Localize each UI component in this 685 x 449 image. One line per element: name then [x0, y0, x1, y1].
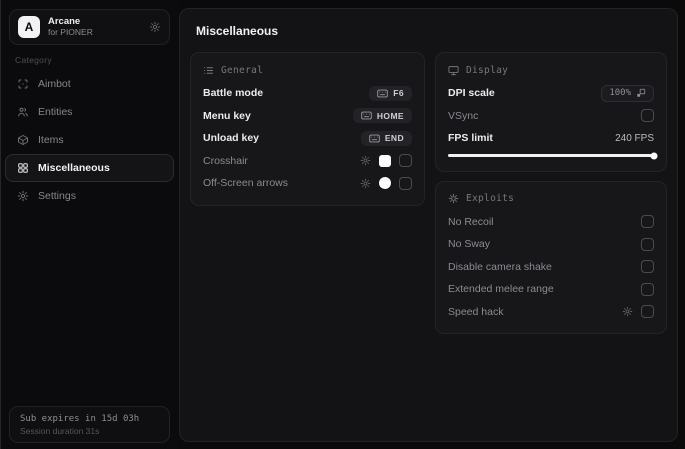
monitor-icon — [448, 65, 459, 76]
offscreen-arrows-row: Off-Screen arrows — [203, 172, 412, 195]
app-subtitle: for PIONER — [48, 26, 93, 37]
users-icon — [17, 106, 29, 118]
sidebar-nav: Aimbot Entities Items Miscellaneous Sett… — [5, 70, 174, 210]
offscreen-arrows-checkbox[interactable] — [399, 176, 412, 190]
no-recoil-row: No Recoil — [448, 211, 654, 234]
keyboard-icon — [377, 89, 389, 98]
scaling-icon — [636, 88, 646, 98]
gear-icon[interactable] — [622, 306, 633, 317]
extended-melee-range-label: Extended melee range — [448, 283, 554, 296]
main-panel: Miscellaneous General Battle mode F6 Men… — [179, 8, 678, 442]
keyboard-icon — [361, 111, 372, 120]
speed-hack-row: Speed hack — [448, 301, 654, 324]
crosshair-color-swatch[interactable] — [379, 154, 391, 167]
sidebar-item-label: Settings — [38, 190, 76, 202]
box-icon — [17, 134, 29, 146]
sidebar-item-settings[interactable]: Settings — [5, 182, 174, 210]
page-title: Miscellaneous — [196, 24, 279, 38]
sidebar-item-label: Items — [38, 134, 64, 146]
disable-camera-shake-row: Disable camera shake — [448, 256, 654, 279]
exploits-icon — [448, 193, 459, 204]
gear-icon — [17, 190, 29, 202]
no-recoil-checkbox[interactable] — [641, 215, 654, 229]
crosshair-scan-icon — [17, 78, 29, 90]
extended-melee-range-checkbox[interactable] — [641, 282, 654, 296]
slider-knob[interactable] — [650, 152, 658, 159]
display-card: Display DPI scale 100% VSync FPS limit 2… — [435, 52, 667, 172]
sidebar-item-miscellaneous[interactable]: Miscellaneous — [5, 154, 174, 182]
menu-key-row: Menu key HOME — [203, 105, 412, 128]
fps-limit-value: 240 FPS — [615, 132, 654, 144]
fps-limit-label: FPS limit — [448, 132, 493, 145]
dpi-scale-row: DPI scale 100% — [448, 82, 654, 105]
disable-camera-shake-checkbox[interactable] — [641, 260, 654, 274]
crosshair-row: Crosshair — [203, 150, 412, 173]
keyboard-icon — [369, 134, 380, 143]
sidebar: A Arcane for PIONER Category Aimbot Enti… — [1, 0, 178, 449]
category-label: Category — [15, 55, 52, 65]
no-sway-label: No Sway — [448, 238, 491, 251]
grid-icon — [17, 162, 29, 174]
crosshair-label: Crosshair — [203, 154, 248, 167]
menu-key-label: Menu key — [203, 109, 251, 122]
menu-key-keybind[interactable]: HOME — [352, 108, 412, 124]
slider-track — [448, 152, 658, 159]
battle-mode-label: Battle mode — [203, 87, 264, 100]
fps-limit-row: FPS limit 240 FPS — [448, 127, 654, 150]
vsync-row: VSync — [448, 105, 654, 128]
gear-icon[interactable] — [360, 155, 371, 166]
offscreen-arrows-color-swatch[interactable] — [379, 177, 391, 190]
gear-icon[interactable] — [360, 178, 371, 189]
exploits-header: Exploits — [466, 193, 515, 204]
dpi-scale-select[interactable]: 100% — [601, 84, 654, 102]
vsync-checkbox[interactable] — [641, 109, 654, 123]
display-header: Display — [466, 64, 509, 76]
no-sway-row: No Sway — [448, 233, 654, 256]
dpi-scale-label: DPI scale — [448, 87, 495, 100]
offscreen-arrows-label: Off-Screen arrows — [203, 177, 288, 190]
unload-key-label: Unload key — [203, 132, 260, 145]
general-card: General Battle mode F6 Menu key HOME Unl… — [190, 52, 425, 206]
list-icon — [203, 65, 214, 76]
disable-camera-shake-label: Disable camera shake — [448, 260, 552, 273]
extended-melee-range-row: Extended melee range — [448, 278, 654, 301]
fps-slider-fill — [448, 154, 654, 157]
sidebar-item-entities[interactable]: Entities — [5, 98, 174, 126]
subscription-card: Sub expires in 15d 03h Session duration … — [9, 406, 170, 443]
sidebar-item-label: Entities — [38, 106, 73, 118]
battle-mode-keybind[interactable]: F6 — [369, 85, 412, 101]
session-duration-text: Session duration 31s — [20, 425, 100, 436]
sub-expires-text: Sub expires in 15d 03h — [20, 413, 140, 424]
exploits-card: Exploits No Recoil No Sway Disable camer… — [435, 180, 667, 334]
crosshair-checkbox[interactable] — [399, 154, 412, 168]
no-recoil-label: No Recoil — [448, 215, 494, 228]
general-header: General — [221, 64, 264, 76]
app-logo: A — [18, 16, 40, 38]
battle-mode-row: Battle mode F6 — [203, 82, 412, 105]
vsync-label: VSync — [448, 109, 479, 122]
unload-key-keybind[interactable]: END — [360, 130, 412, 146]
speed-hack-checkbox[interactable] — [641, 305, 654, 319]
sidebar-item-aimbot[interactable]: Aimbot — [5, 70, 174, 98]
no-sway-checkbox[interactable] — [641, 237, 654, 251]
brand-card: A Arcane for PIONER — [9, 9, 170, 45]
sidebar-item-label: Aimbot — [38, 78, 71, 90]
unload-key-row: Unload key END — [203, 127, 412, 150]
app-name: Arcane — [48, 15, 81, 27]
sidebar-item-label: Miscellaneous — [38, 162, 110, 174]
gear-icon[interactable] — [149, 21, 161, 33]
fps-limit-slider[interactable] — [448, 151, 658, 161]
sidebar-item-items[interactable]: Items — [5, 126, 174, 154]
speed-hack-label: Speed hack — [448, 305, 504, 318]
